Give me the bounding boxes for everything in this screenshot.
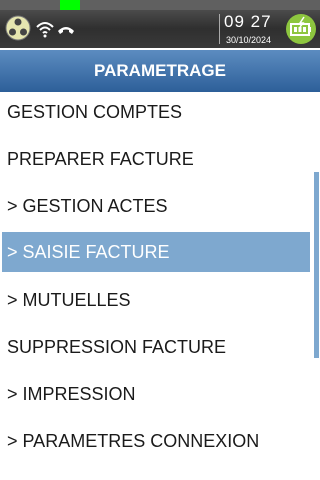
- status-indicator-segment: [260, 0, 280, 10]
- status-indicator-segment: [20, 0, 40, 10]
- status-indicator-segment: [80, 0, 100, 10]
- menu-item-preparer-facture[interactable]: PREPARER FACTURE: [2, 139, 310, 179]
- status-indicator-segment: [100, 0, 120, 10]
- status-indicator-segment: [280, 0, 300, 10]
- menu-item-suppression-facture[interactable]: SUPPRESSION FACTURE: [2, 327, 310, 367]
- settings-menu: GESTION COMPTES PREPARER FACTURE > GESTI…: [0, 92, 320, 480]
- wifi-icon: [36, 22, 54, 38]
- status-indicator-segment: [200, 0, 220, 10]
- status-indicator-segment: [60, 0, 80, 10]
- menu-item-gestion-comptes[interactable]: GESTION COMPTES: [2, 92, 310, 132]
- status-indicator-segment: [300, 0, 320, 10]
- menu-item-saisie-facture[interactable]: > SAISIE FACTURE: [2, 232, 310, 272]
- status-indicator-segment: [40, 0, 60, 10]
- menu-item-mutuelles[interactable]: > MUTUELLES: [2, 280, 310, 320]
- clock: 09 27: [224, 12, 272, 31]
- status-separator: [219, 14, 220, 44]
- status-indicator-segment: [220, 0, 240, 10]
- page-title: PARAMETRAGE: [0, 50, 320, 92]
- status-indicator-segment: [240, 0, 260, 10]
- status-indicator-segment: [120, 0, 140, 10]
- status-indicator-segment: [140, 0, 160, 10]
- status-indicator-segment: [160, 0, 180, 10]
- menu-item-parametres-connexion[interactable]: > PARAMETRES CONNEXION: [2, 421, 310, 461]
- battery-charging-icon: [286, 14, 316, 44]
- phone-hangup-icon: [58, 27, 74, 34]
- status-indicator-segment: [0, 0, 20, 10]
- menu-item-impression[interactable]: > IMPRESSION: [2, 374, 310, 414]
- network-icon: [5, 15, 31, 41]
- scrollbar[interactable]: [314, 172, 319, 358]
- menu-item-gestion-actes[interactable]: > GESTION ACTES: [2, 186, 310, 226]
- status-indicator-segment: [180, 0, 200, 10]
- status-bar: 09 27 30/10/2024: [0, 0, 320, 48]
- status-indicator-strip: [0, 0, 320, 10]
- date: 30/10/2024: [226, 35, 272, 45]
